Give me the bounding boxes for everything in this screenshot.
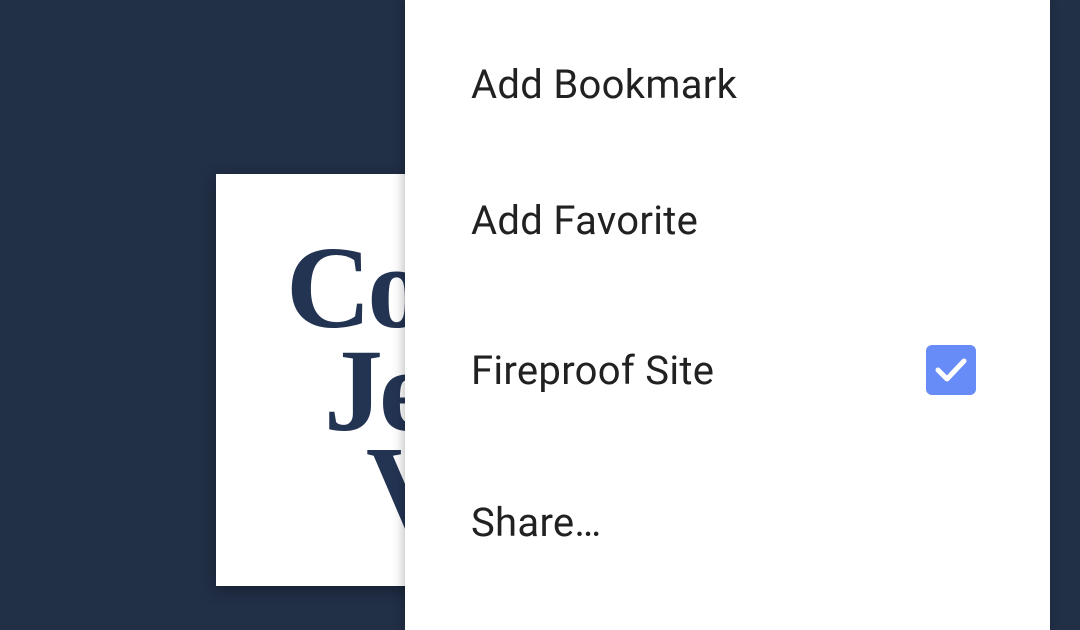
add-bookmark-label: Add Bookmark [471,60,738,108]
fireproof-site-checkbox[interactable] [926,345,976,395]
add-favorite-menu-item[interactable]: Add Favorite [405,170,1050,270]
fireproof-site-label: Fireproof Site [471,346,715,394]
add-favorite-label: Add Favorite [471,196,699,244]
checkmark-icon [935,358,967,382]
share-label: Share… [471,498,602,546]
browser-overflow-menu: Add Bookmark Add Favorite Fireproof Site… [405,0,1050,630]
share-menu-item[interactable]: Share… [405,472,1050,572]
add-bookmark-menu-item[interactable]: Add Bookmark [405,34,1050,134]
fireproof-site-menu-item[interactable]: Fireproof Site [405,320,1050,420]
